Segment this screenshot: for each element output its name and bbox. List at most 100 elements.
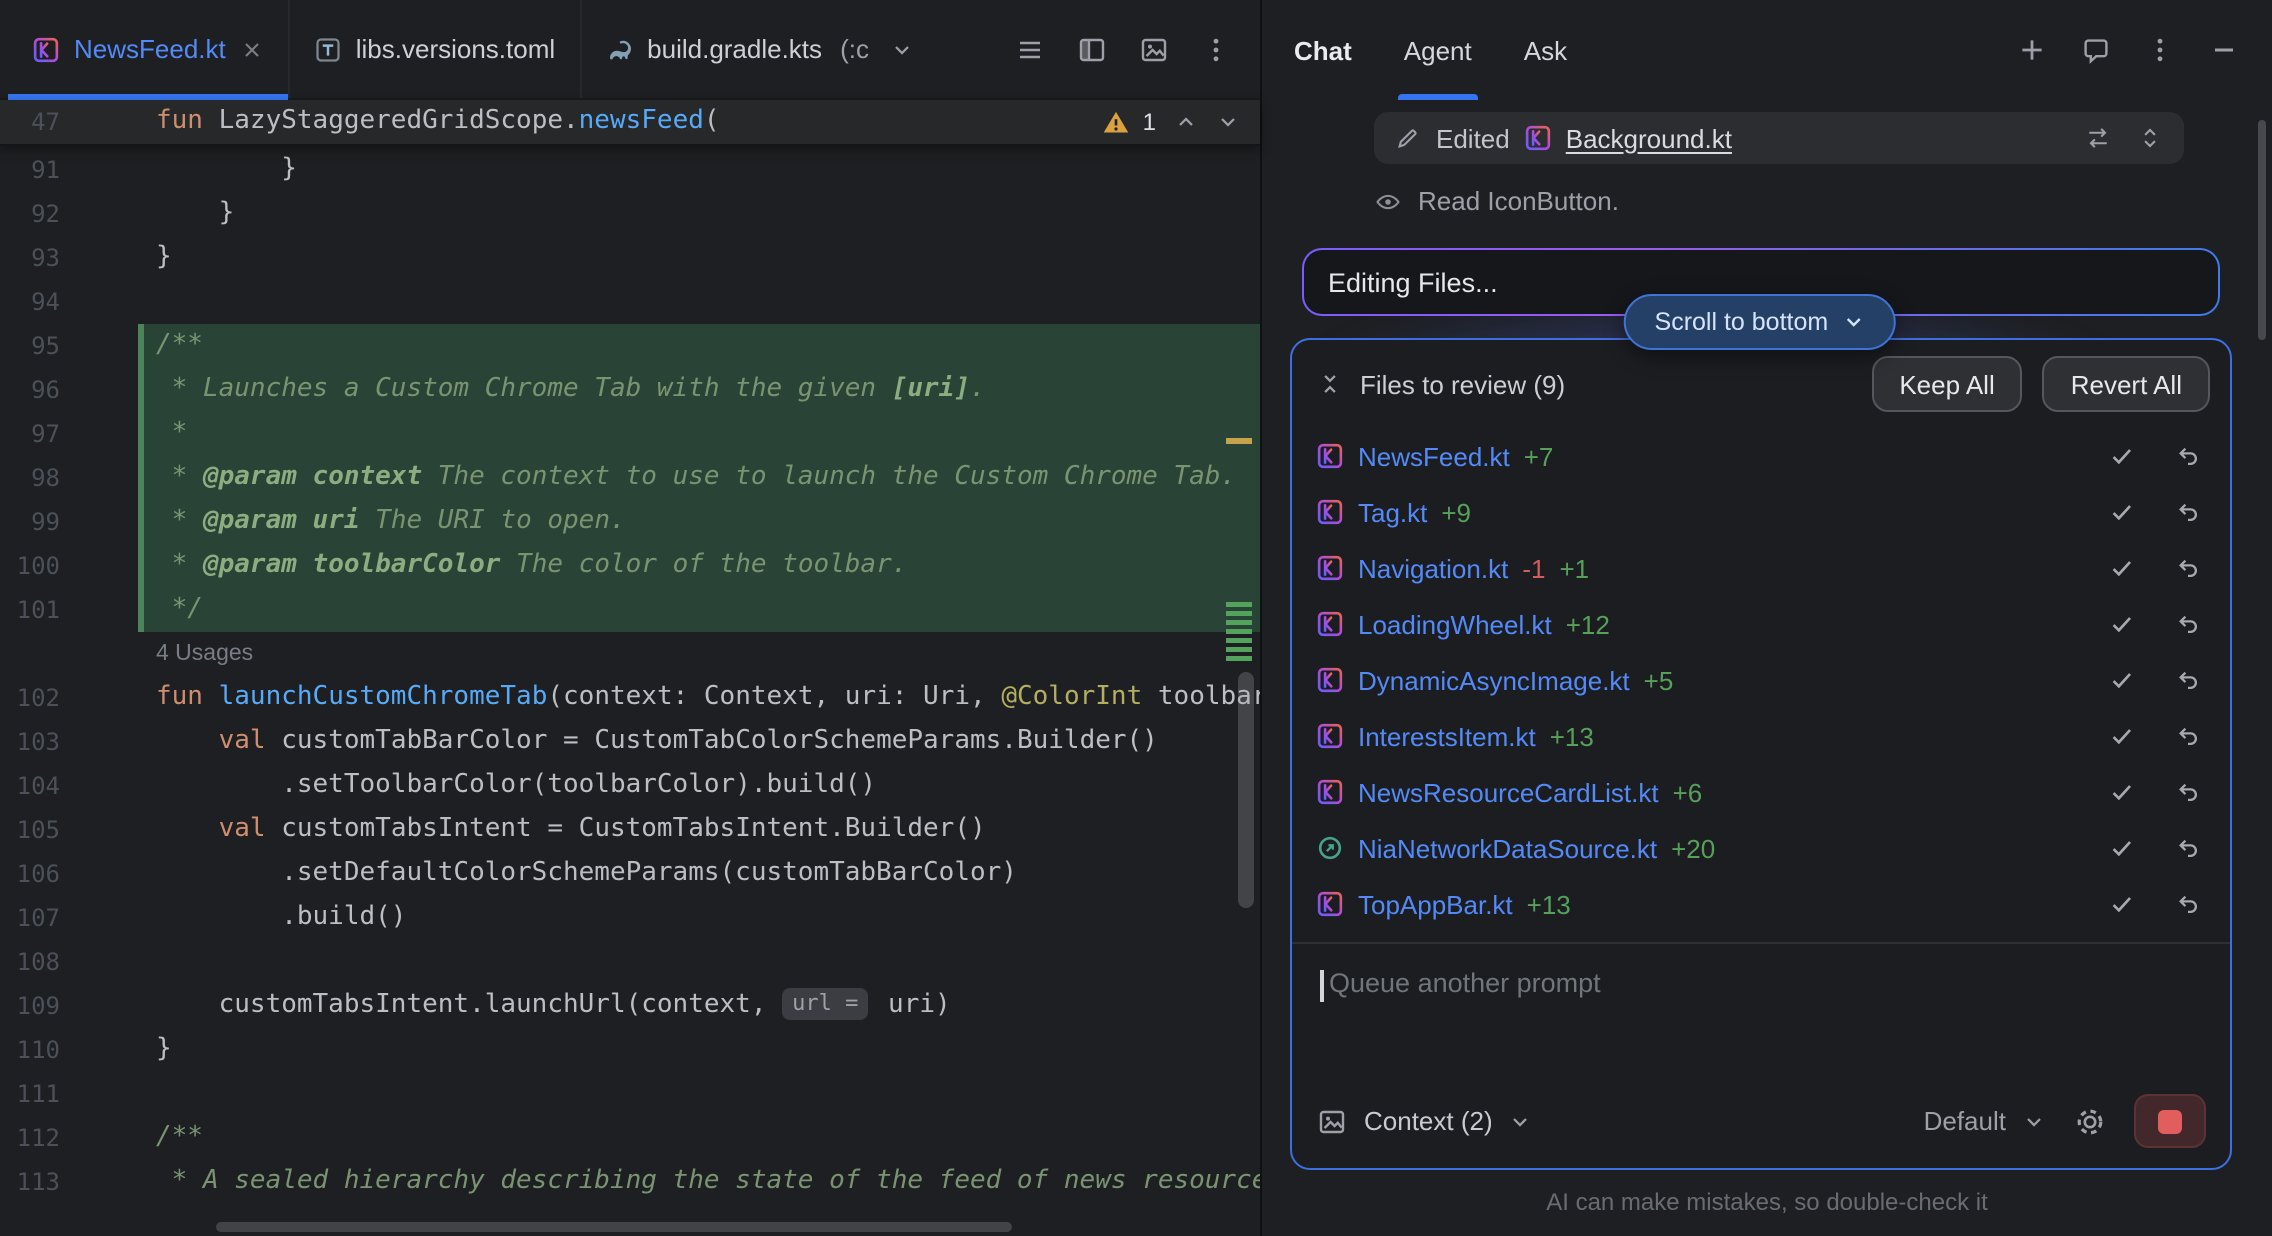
review-file-row[interactable]: TopAppBar.kt +13 (1292, 876, 2230, 932)
code-line[interactable]: 95/** (0, 324, 1260, 368)
code-line[interactable]: 93} (0, 236, 1260, 280)
revert-all-button[interactable]: Revert All (2043, 356, 2210, 412)
gear-icon[interactable] (2074, 1105, 2106, 1137)
collapse-icon[interactable] (1316, 370, 1344, 398)
chevron-down-icon[interactable] (1216, 110, 1240, 134)
code-line[interactable]: 106 .setDefaultColorSchemeParams(customT… (0, 852, 1260, 896)
line-number[interactable]: 105 (0, 808, 60, 852)
line-number[interactable]: 100 (0, 544, 60, 588)
revert-file-button[interactable] (2174, 722, 2202, 750)
file-name[interactable]: TopAppBar.kt (1358, 889, 1513, 919)
revert-file-button[interactable] (2174, 498, 2202, 526)
tab-agent[interactable]: Agent (1404, 0, 1472, 100)
keep-file-button[interactable] (2108, 442, 2136, 470)
chevron-down-icon[interactable] (2022, 1109, 2046, 1133)
code-line[interactable]: 96 * Launches a Custom Chrome Tab with t… (0, 368, 1260, 412)
review-file-row[interactable]: Tag.kt +9 (1292, 484, 2230, 540)
sticky-line-header[interactable]: 47 fun LazyStaggeredGridScope.newsFeed( … (0, 100, 1260, 146)
keep-file-button[interactable] (2108, 722, 2136, 750)
editor-vertical-scrollbar[interactable] (1238, 672, 1254, 908)
edited-file-link[interactable]: Background.kt (1566, 123, 1732, 153)
usages-hint[interactable]: 4 Usages (156, 642, 253, 666)
chat-history-icon[interactable] (2080, 34, 2112, 66)
more-options-icon[interactable] (1200, 33, 1232, 65)
code-line[interactable]: 91 } (0, 148, 1260, 192)
revert-file-button[interactable] (2174, 610, 2202, 638)
revert-file-button[interactable] (2174, 666, 2202, 694)
code-line[interactable]: 97 * (0, 412, 1260, 456)
warning-icon[interactable] (1103, 108, 1131, 136)
edited-file-card[interactable]: Edited Background.kt (1374, 112, 2184, 164)
scroll-to-bottom-button[interactable]: Scroll to bottom (1625, 294, 1897, 350)
keep-file-button[interactable] (2108, 554, 2136, 582)
prompt-input[interactable]: Queue another prompt (1292, 944, 2230, 1094)
new-chat-icon[interactable] (2016, 34, 2048, 66)
tab-ask[interactable]: Ask (1524, 0, 1567, 100)
stop-button[interactable] (2134, 1094, 2206, 1148)
code-line[interactable]: 4 Usages (0, 632, 1260, 676)
keep-file-button[interactable] (2108, 498, 2136, 526)
chevron-down-icon[interactable] (1509, 1109, 1533, 1133)
expand-icon[interactable] (2136, 124, 2164, 152)
keep-all-button[interactable]: Keep All (1871, 356, 2022, 412)
read-file-row[interactable]: Read IconButton. (1374, 186, 2184, 216)
context-selector[interactable]: Context (2) (1364, 1106, 1493, 1136)
line-number[interactable]: 104 (0, 764, 60, 808)
code-line[interactable]: 104 .setToolbarColor(toolbarColor).build… (0, 764, 1260, 808)
code-editor[interactable]: 91 }92 }93}9495/**96 * Launches a Custom… (0, 146, 1260, 1236)
line-number[interactable]: 106 (0, 852, 60, 896)
file-name[interactable]: Navigation.kt (1358, 553, 1508, 583)
code-line[interactable]: 99 * @param uri The URI to open. (0, 500, 1260, 544)
revert-file-button[interactable] (2174, 554, 2202, 582)
review-file-row[interactable]: NewsResourceCardList.kt +6 (1292, 764, 2230, 820)
review-file-row[interactable]: NewsFeed.kt +7 (1292, 428, 2230, 484)
line-number[interactable]: 102 (0, 676, 60, 720)
tab-libs-versions-toml[interactable]: libs.versions.toml (290, 0, 581, 98)
code-line[interactable]: 101 */ (0, 588, 1260, 632)
keep-file-button[interactable] (2108, 834, 2136, 862)
hide-panel-icon[interactable] (2208, 34, 2240, 66)
line-number[interactable]: 109 (0, 984, 60, 1028)
line-number[interactable]: 47 (0, 100, 60, 144)
split-editor-icon[interactable] (1076, 33, 1108, 65)
line-number[interactable]: 107 (0, 896, 60, 940)
line-number[interactable]: 113 (0, 1160, 60, 1204)
code-line[interactable]: 92 } (0, 192, 1260, 236)
review-file-row[interactable]: InterestsItem.kt +13 (1292, 708, 2230, 764)
code-line[interactable]: 110} (0, 1028, 1260, 1072)
code-line[interactable]: 107 .build() (0, 896, 1260, 940)
diff-icon[interactable] (2084, 124, 2112, 152)
code-line[interactable]: 98 * @param context The context to use t… (0, 456, 1260, 500)
code-line[interactable]: 103 val customTabBarColor = CustomTabCol… (0, 720, 1260, 764)
screenshot-icon[interactable] (1138, 33, 1170, 65)
line-number[interactable]: 95 (0, 324, 60, 368)
keep-file-button[interactable] (2108, 610, 2136, 638)
file-name[interactable]: NewsFeed.kt (1358, 441, 1510, 471)
line-number[interactable]: 92 (0, 192, 60, 236)
keep-file-button[interactable] (2108, 778, 2136, 806)
revert-file-button[interactable] (2174, 834, 2202, 862)
chevron-down-icon[interactable] (891, 37, 915, 61)
line-number[interactable]: 93 (0, 236, 60, 280)
code-line[interactable]: 108 (0, 940, 1260, 984)
kebab-menu-icon[interactable] (2144, 34, 2176, 66)
keep-file-button[interactable] (2108, 666, 2136, 694)
code-line[interactable]: 94 (0, 280, 1260, 324)
review-file-row[interactable]: DynamicAsyncImage.kt +5 (1292, 652, 2230, 708)
code-line[interactable]: 105 val customTabsIntent = CustomTabsInt… (0, 808, 1260, 852)
keep-file-button[interactable] (2108, 890, 2136, 918)
chevron-up-icon[interactable] (1174, 110, 1198, 134)
line-number[interactable] (0, 632, 60, 676)
code-line[interactable]: 113 * A sealed hierarchy describing the … (0, 1160, 1260, 1204)
file-name[interactable]: Tag.kt (1358, 497, 1427, 527)
line-number[interactable]: 99 (0, 500, 60, 544)
tab-newsfeed-kt[interactable]: NewsFeed.kt (8, 0, 290, 98)
attach-image-icon[interactable] (1316, 1105, 1348, 1137)
code-line[interactable]: 100 * @param toolbarColor The color of t… (0, 544, 1260, 588)
revert-file-button[interactable] (2174, 442, 2202, 470)
code-line[interactable]: 102fun launchCustomChromeTab(context: Co… (0, 676, 1260, 720)
file-name[interactable]: NiaNetworkDataSource.kt (1358, 833, 1657, 863)
close-icon[interactable] (240, 37, 264, 61)
editor-horizontal-scrollbar[interactable] (216, 1222, 1012, 1232)
line-number[interactable]: 91 (0, 148, 60, 192)
